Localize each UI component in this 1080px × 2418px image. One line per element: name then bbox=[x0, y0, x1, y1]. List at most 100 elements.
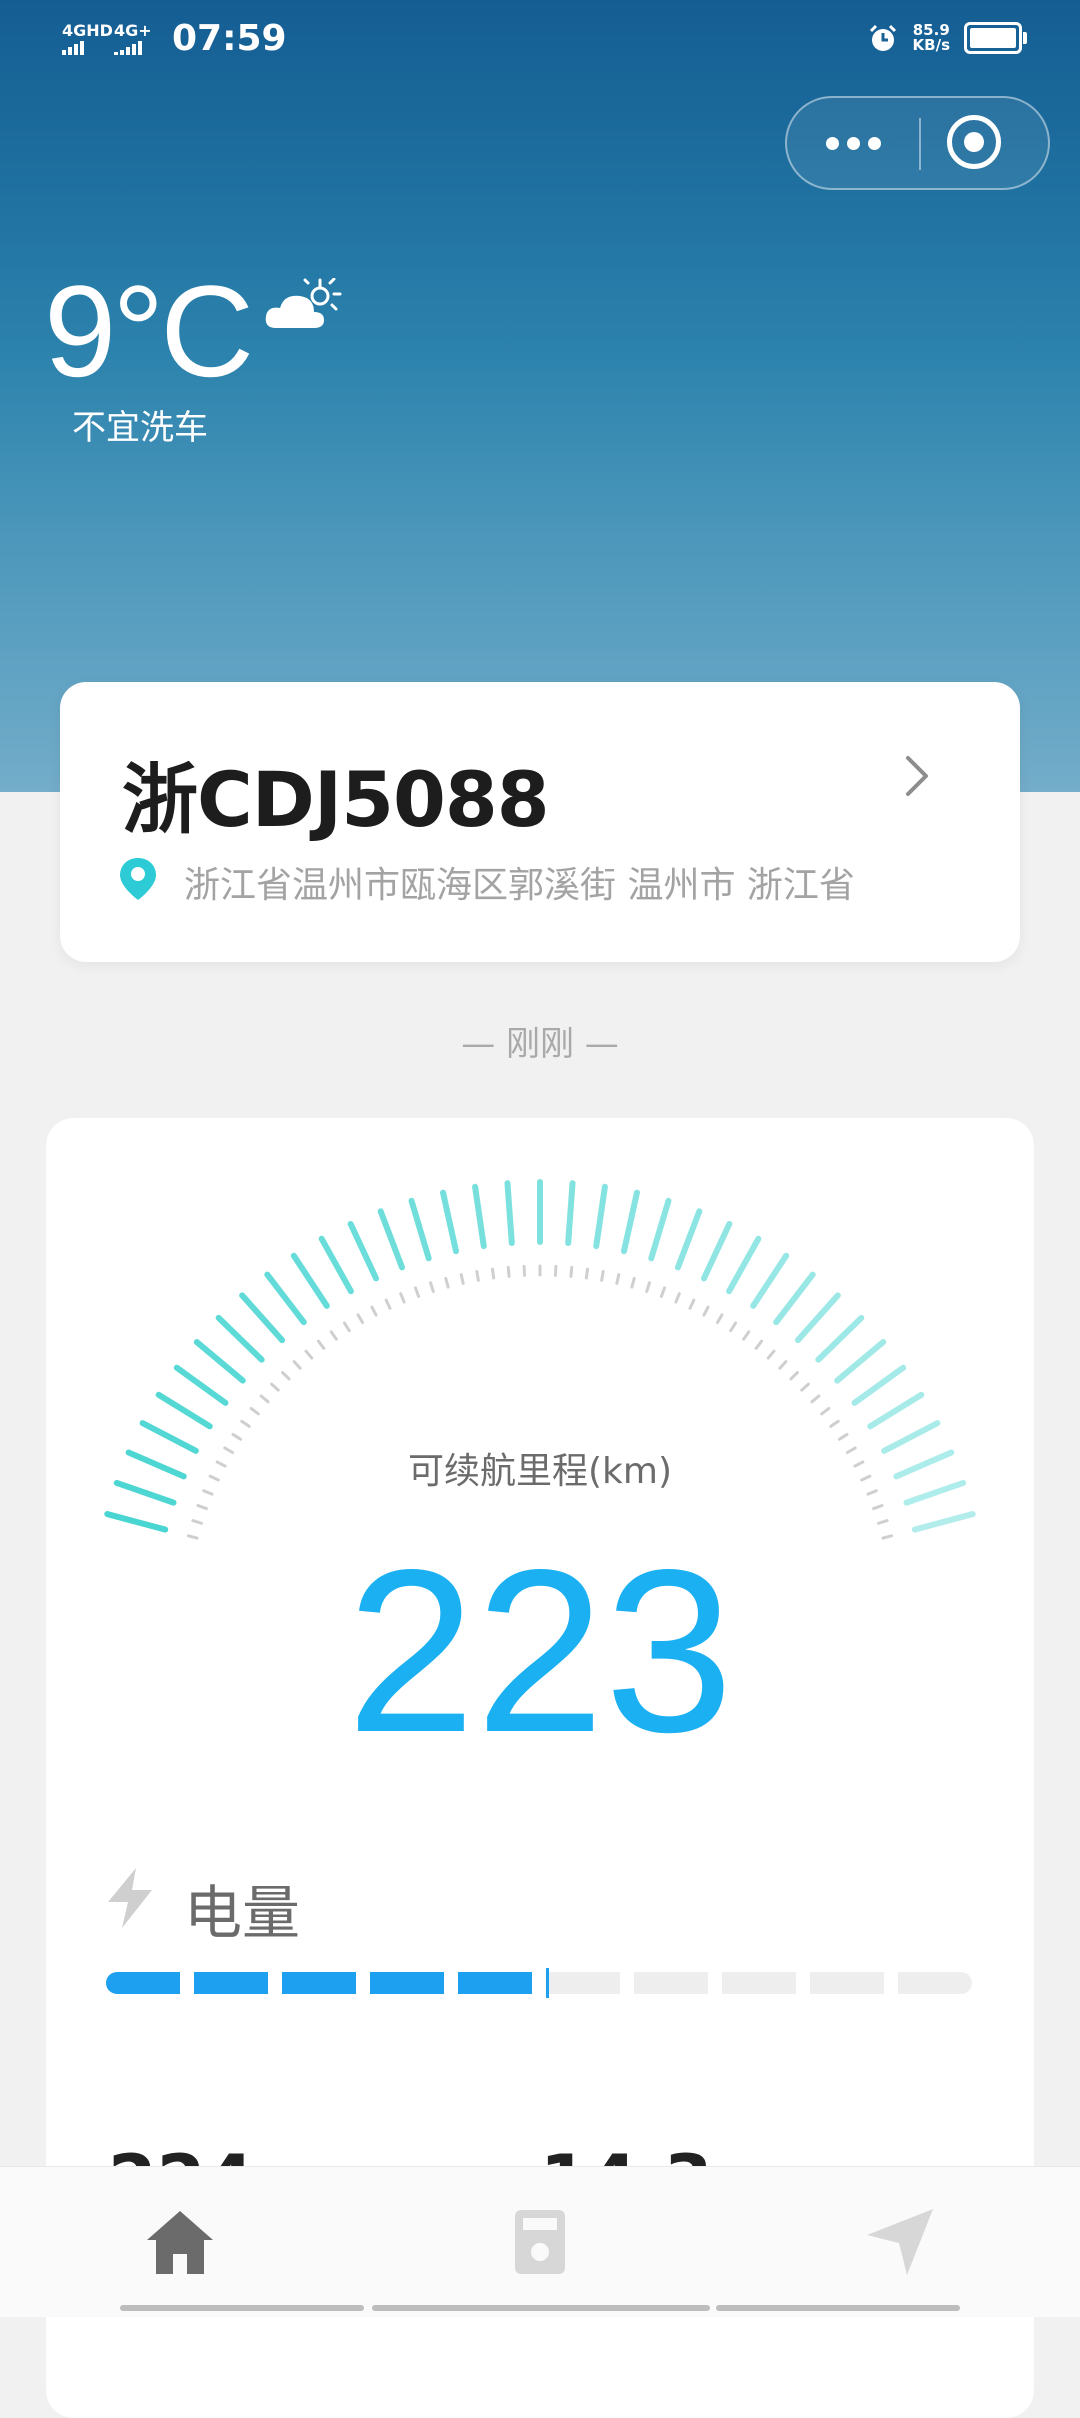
gauge-tick bbox=[704, 1224, 729, 1278]
tab-indicator-home bbox=[120, 2305, 364, 2311]
gauge-minor-tick bbox=[358, 1315, 363, 1323]
gauge-minor-tick bbox=[446, 1278, 448, 1287]
gauge-minor-tick bbox=[617, 1275, 619, 1284]
gauge-minor-tick bbox=[416, 1288, 419, 1296]
gauge-tick bbox=[294, 1256, 327, 1306]
gauge-minor-tick bbox=[386, 1300, 390, 1308]
gauge-tick bbox=[776, 1275, 813, 1323]
gauge-tick bbox=[678, 1211, 699, 1267]
lightning-icon bbox=[102, 1866, 158, 1930]
battery-segment bbox=[722, 1972, 796, 1994]
gauge-tick bbox=[837, 1342, 883, 1381]
gauge-tick bbox=[651, 1201, 668, 1258]
gauge-minor-tick bbox=[461, 1275, 463, 1284]
gauge-minor-tick bbox=[294, 1362, 300, 1369]
gauge-tick bbox=[568, 1183, 572, 1243]
gauge-tick bbox=[322, 1239, 351, 1291]
gauge-tick bbox=[475, 1187, 484, 1246]
battery-segment bbox=[458, 1972, 532, 1994]
gauge-minor-tick bbox=[242, 1421, 249, 1426]
gauge-minor-tick bbox=[822, 1408, 829, 1413]
gauge-minor-tick bbox=[756, 1341, 761, 1348]
gauge-tick bbox=[818, 1318, 861, 1360]
gauge-tick bbox=[159, 1395, 210, 1426]
tab-device[interactable] bbox=[360, 2167, 720, 2317]
gauge-tick bbox=[915, 1514, 973, 1530]
gauge-minor-tick bbox=[261, 1396, 268, 1402]
gauge-minor-tick bbox=[879, 1521, 888, 1524]
gauge-minor-tick bbox=[602, 1272, 604, 1281]
battery-segment bbox=[546, 1972, 620, 1994]
gauge-tick bbox=[197, 1342, 243, 1381]
gauge-tick bbox=[753, 1256, 786, 1306]
gauge-minor-tick bbox=[283, 1373, 289, 1379]
gauge-tick bbox=[798, 1295, 838, 1340]
gauge-minor-tick bbox=[661, 1288, 664, 1296]
gauge-minor-tick bbox=[831, 1421, 838, 1426]
gauge-minor-tick bbox=[508, 1267, 509, 1276]
battery-level-marker bbox=[546, 1968, 549, 1998]
battery-segment bbox=[370, 1972, 444, 1994]
gauge-minor-tick bbox=[306, 1351, 312, 1358]
gauge-tick bbox=[351, 1224, 376, 1278]
gauge-minor-tick bbox=[731, 1323, 736, 1331]
gauge-tick bbox=[624, 1193, 637, 1252]
gauge-minor-tick bbox=[632, 1278, 634, 1287]
gauge-minor-tick bbox=[372, 1307, 376, 1315]
gauge-minor-tick bbox=[874, 1506, 882, 1509]
range-label: 可续航里程(km) bbox=[0, 1442, 1080, 1494]
gauge-tick bbox=[870, 1395, 921, 1426]
gauge-minor-tick bbox=[744, 1332, 749, 1339]
gauge-tick bbox=[443, 1193, 456, 1252]
gauge-tick bbox=[177, 1368, 226, 1403]
gauge-tick bbox=[381, 1211, 402, 1267]
gauge-minor-tick bbox=[193, 1521, 202, 1524]
battery-segment bbox=[282, 1972, 356, 1994]
gauge-minor-tick bbox=[812, 1396, 819, 1402]
gauge-minor-tick bbox=[690, 1300, 694, 1308]
gauge-tick bbox=[267, 1275, 304, 1323]
gauge-minor-tick bbox=[251, 1408, 258, 1413]
gauge-minor-tick bbox=[318, 1341, 323, 1348]
device-icon bbox=[513, 2208, 567, 2276]
gauge-tick bbox=[107, 1514, 165, 1530]
gauge-minor-tick bbox=[344, 1323, 349, 1331]
gauge-minor-tick bbox=[198, 1506, 206, 1509]
gauge-minor-tick bbox=[233, 1434, 241, 1439]
gauge-tick bbox=[729, 1239, 758, 1291]
gauge-minor-tick bbox=[477, 1272, 479, 1281]
gauge-minor-tick bbox=[331, 1332, 336, 1339]
gauge-tick bbox=[855, 1368, 904, 1403]
gauge-tick bbox=[596, 1187, 605, 1246]
battery-segment bbox=[194, 1972, 268, 1994]
gauge-minor-tick bbox=[586, 1269, 587, 1278]
gauge-minor-tick bbox=[839, 1434, 847, 1439]
battery-segment bbox=[898, 1972, 972, 1994]
gauge-minor-tick bbox=[431, 1283, 434, 1292]
gauge-minor-tick bbox=[647, 1283, 650, 1292]
gauge-minor-tick bbox=[791, 1373, 797, 1379]
gauge-tick bbox=[507, 1183, 511, 1243]
range-value: 223 bbox=[0, 1536, 1080, 1768]
gauge-minor-tick bbox=[780, 1362, 786, 1369]
gauge-minor-tick bbox=[768, 1351, 774, 1358]
gauge-minor-tick bbox=[272, 1384, 279, 1390]
gauge-minor-tick bbox=[704, 1307, 708, 1315]
gauge-minor-tick bbox=[676, 1294, 679, 1302]
gauge-minor-tick bbox=[571, 1267, 572, 1276]
tab-navigate[interactable] bbox=[720, 2167, 1080, 2317]
tab-indicator-device bbox=[372, 2305, 710, 2311]
gauge-tick bbox=[242, 1295, 282, 1340]
tab-indicator-navigate bbox=[716, 2305, 960, 2311]
home-icon bbox=[145, 2208, 215, 2276]
gauge-minor-tick bbox=[718, 1315, 723, 1323]
gauge-tick bbox=[219, 1318, 262, 1360]
battery-segment bbox=[106, 1972, 180, 1994]
gauge-minor-tick bbox=[401, 1294, 404, 1302]
tab-home[interactable] bbox=[0, 2167, 360, 2317]
gauge-tick bbox=[412, 1201, 429, 1258]
battery-segment bbox=[810, 1972, 884, 1994]
battery-segment bbox=[634, 1972, 708, 1994]
battery-label: 电量 bbox=[184, 1866, 300, 1950]
gauge-minor-tick bbox=[492, 1269, 493, 1278]
